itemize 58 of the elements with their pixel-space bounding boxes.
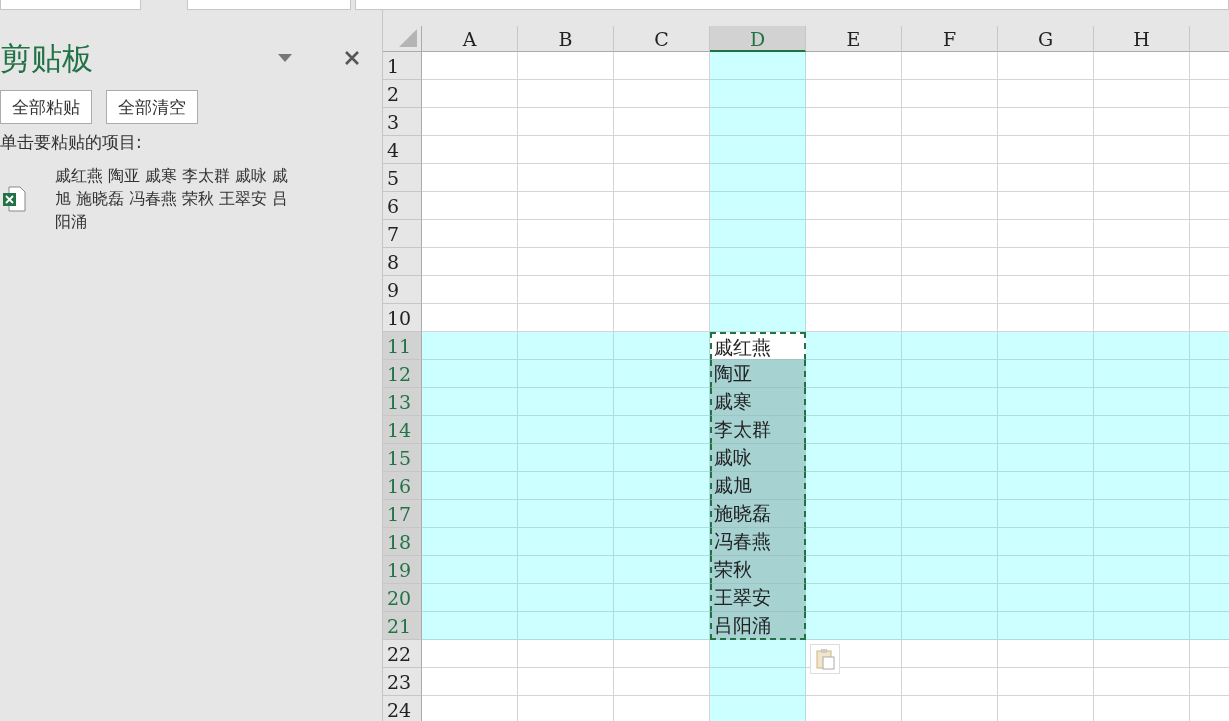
paste-options-button[interactable] bbox=[810, 644, 840, 674]
clipboard-item-text: 戚红燕 陶亚 戚寒 李太群 戚咏 戚旭 施晓磊 冯春燕 荣秋 王翠安 吕阳涌 bbox=[55, 165, 290, 233]
row-header[interactable]: 16 bbox=[383, 472, 422, 500]
row-header[interactable]: 10 bbox=[383, 304, 422, 332]
formula-bar[interactable] bbox=[355, 0, 1229, 10]
column-header[interactable]: F bbox=[902, 26, 998, 52]
clipboard-item[interactable]: 戚红燕 陶亚 戚寒 李太群 戚咏 戚旭 施晓磊 冯春燕 荣秋 王翠安 吕阳涌 bbox=[0, 164, 380, 233]
row-header[interactable]: 8 bbox=[383, 248, 422, 276]
table-cell: 陶亚 bbox=[710, 360, 806, 388]
row-header[interactable]: 17 bbox=[383, 500, 422, 528]
pane-button[interactable]: 全部粘贴 bbox=[0, 90, 92, 124]
row-header[interactable]: 22 bbox=[383, 640, 422, 668]
row-header[interactable]: 24 bbox=[383, 696, 422, 721]
row-header[interactable]: 4 bbox=[383, 136, 422, 164]
select-all-button[interactable] bbox=[383, 26, 422, 52]
table-cell: 戚寒 bbox=[710, 388, 806, 416]
table-cell: 施晓磊 bbox=[710, 500, 806, 528]
table-cell: 吕阳涌 bbox=[710, 612, 806, 640]
row-header[interactable]: 15 bbox=[383, 444, 422, 472]
column-header[interactable]: C bbox=[614, 26, 710, 52]
row-header[interactable]: 23 bbox=[383, 668, 422, 696]
close-icon[interactable] bbox=[344, 50, 360, 66]
pane-title: 剪贴板 bbox=[0, 39, 94, 78]
table-cell: 李太群 bbox=[710, 416, 806, 444]
column-header[interactable]: D bbox=[710, 26, 806, 52]
row-header[interactable]: 2 bbox=[383, 80, 422, 108]
table-cell: 王翠安 bbox=[710, 584, 806, 612]
row-header[interactable]: 21 bbox=[383, 612, 422, 640]
row-header[interactable]: 19 bbox=[383, 556, 422, 584]
row-header[interactable]: 11 bbox=[383, 332, 422, 360]
input-field[interactable] bbox=[0, 0, 141, 10]
table-cell: 戚咏 bbox=[710, 444, 806, 472]
clipboard-icon bbox=[814, 648, 836, 670]
column-header[interactable]: A bbox=[422, 26, 518, 52]
column-header[interactable]: E bbox=[806, 26, 902, 52]
row-header[interactable]: 3 bbox=[383, 108, 422, 136]
table-cell: 冯春燕 bbox=[710, 528, 806, 556]
row-header[interactable]: 18 bbox=[383, 528, 422, 556]
row-header[interactable]: 13 bbox=[383, 388, 422, 416]
row-header[interactable]: 1 bbox=[383, 52, 422, 80]
column-header[interactable]: G bbox=[998, 26, 1094, 52]
caret-icon[interactable] bbox=[278, 54, 292, 62]
table-cell: 戚旭 bbox=[710, 472, 806, 500]
column-header[interactable]: H bbox=[1094, 26, 1190, 52]
row-header[interactable]: 6 bbox=[383, 192, 422, 220]
input-field[interactable] bbox=[187, 0, 351, 10]
row-header[interactable]: 20 bbox=[383, 584, 422, 612]
table-cell: 荣秋 bbox=[710, 556, 806, 584]
column-header[interactable]: B bbox=[518, 26, 614, 52]
row-header[interactable]: 5 bbox=[383, 164, 422, 192]
pane-button[interactable]: 全部清空 bbox=[106, 90, 198, 124]
row-header[interactable]: 7 bbox=[383, 220, 422, 248]
row-header[interactable]: 12 bbox=[383, 360, 422, 388]
instruction-text: 单击要粘贴的项目: bbox=[0, 131, 143, 154]
spreadsheet-file-icon bbox=[2, 185, 26, 212]
table-cell: 戚红燕 bbox=[710, 332, 806, 360]
row-header[interactable]: 9 bbox=[383, 276, 422, 304]
row-header[interactable]: 14 bbox=[383, 416, 422, 444]
